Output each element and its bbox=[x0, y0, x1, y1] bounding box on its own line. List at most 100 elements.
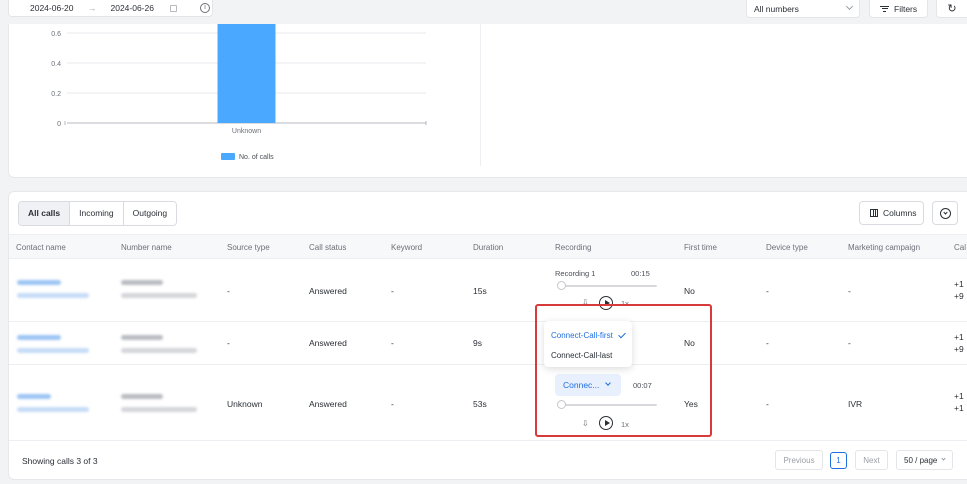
dropdown-option-connect-call-first[interactable]: Connect-Call-first bbox=[551, 331, 613, 340]
keyword: - bbox=[391, 399, 394, 409]
contact-number-redacted bbox=[17, 348, 89, 353]
page-number-1[interactable]: 1 bbox=[830, 452, 847, 469]
table-row[interactable]: - Answered - 9s No - - +1 +9 bbox=[9, 322, 967, 365]
col-contact-name[interactable]: Contact name bbox=[16, 243, 66, 252]
recording-progress-track[interactable] bbox=[558, 404, 657, 406]
number-name-redacted bbox=[121, 335, 163, 340]
chevron-down-icon bbox=[605, 380, 611, 386]
contact-number-redacted bbox=[17, 407, 89, 412]
columns-label: Columns bbox=[883, 208, 917, 218]
tab-incoming[interactable]: Incoming bbox=[70, 202, 124, 225]
legend-swatch bbox=[221, 153, 235, 160]
number-redacted bbox=[121, 407, 197, 412]
columns-icon bbox=[870, 209, 878, 217]
number-name-redacted bbox=[121, 394, 163, 399]
legend-label: No. of calls bbox=[239, 154, 274, 161]
cal-line-2: +9 bbox=[954, 344, 964, 354]
end-date[interactable]: 2024-06-26 bbox=[110, 3, 153, 13]
download-icon bbox=[939, 207, 951, 219]
playback-speed[interactable]: 1x bbox=[621, 299, 629, 308]
tab-outgoing[interactable]: Outgoing bbox=[123, 202, 177, 225]
play-icon[interactable] bbox=[599, 296, 613, 310]
table-row[interactable]: Unknown Answered - 53s 00:07 ⇩ 1x Yes - … bbox=[9, 365, 967, 441]
playback-speed[interactable]: 1x bbox=[621, 420, 629, 429]
page-size-select[interactable]: 50 / page bbox=[896, 450, 953, 470]
source-type: - bbox=[227, 286, 230, 296]
refresh-icon: ↻ bbox=[947, 3, 957, 15]
recording-dropdown-menu: Connect-Call-first Connect-Call-last bbox=[544, 321, 632, 367]
calendar-icon[interactable] bbox=[169, 4, 177, 12]
col-marketing-campaign[interactable]: Marketing campaign bbox=[848, 243, 920, 252]
filters-button[interactable]: Filters bbox=[869, 0, 928, 18]
col-first-time[interactable]: First time bbox=[684, 243, 717, 252]
col-number-name[interactable]: Number name bbox=[121, 243, 172, 252]
filter-icon bbox=[880, 5, 889, 12]
call-status: Answered bbox=[309, 399, 347, 409]
bar bbox=[217, 24, 276, 123]
device-type: - bbox=[766, 399, 769, 409]
play-icon[interactable] bbox=[599, 416, 613, 430]
number-name-redacted bbox=[121, 280, 163, 285]
download-recording-icon[interactable]: ⇩ bbox=[582, 420, 591, 428]
date-range-picker[interactable]: 2024-06-20 → 2024-06-26 bbox=[8, 0, 213, 17]
col-duration[interactable]: Duration bbox=[473, 243, 503, 252]
top-filter-bar: 2024-06-20 → 2024-06-26 i All numbers Fi… bbox=[0, 0, 967, 24]
col-source-type[interactable]: Source type bbox=[227, 243, 270, 252]
dropdown-option-connect-call-last[interactable]: Connect-Call-last bbox=[551, 351, 612, 360]
marketing-campaign: - bbox=[848, 286, 851, 296]
y-tick-label: 0 bbox=[57, 121, 61, 128]
arrow-right-icon: → bbox=[87, 3, 97, 13]
contact-name-redacted[interactable] bbox=[17, 394, 51, 399]
recording-progress-track[interactable] bbox=[558, 285, 657, 287]
recording-time: 00:07 bbox=[633, 381, 652, 390]
contact-number-redacted bbox=[17, 293, 89, 298]
col-recording[interactable]: Recording bbox=[555, 243, 591, 252]
download-recording-icon[interactable]: ⇩ bbox=[582, 299, 591, 307]
source-type: - bbox=[227, 338, 230, 348]
start-date[interactable]: 2024-06-20 bbox=[30, 3, 73, 13]
page-size-value: 50 / page bbox=[904, 455, 938, 465]
previous-page-button[interactable]: Previous bbox=[775, 450, 823, 470]
download-button[interactable] bbox=[932, 201, 958, 225]
contact-name-redacted[interactable] bbox=[17, 280, 61, 285]
info-icon[interactable]: i bbox=[200, 3, 210, 13]
y-tick-label: 0.2 bbox=[51, 91, 61, 98]
chart-divider bbox=[480, 24, 481, 166]
cal-line-2: +9 bbox=[954, 291, 964, 301]
call-status: Answered bbox=[309, 338, 347, 348]
duration: 53s bbox=[473, 399, 487, 409]
tab-all-calls[interactable]: All calls bbox=[19, 202, 71, 225]
columns-button[interactable]: Columns bbox=[859, 201, 924, 225]
first-time: No bbox=[684, 338, 695, 348]
table-header: Contact name Number name Source type Cal… bbox=[9, 234, 967, 259]
keyword: - bbox=[391, 286, 394, 296]
recording-time: 00:15 bbox=[631, 269, 650, 278]
next-page-button[interactable]: Next bbox=[855, 450, 888, 470]
call-type-tabs: All calls Incoming Outgoing bbox=[18, 201, 178, 226]
filters-label: Filters bbox=[894, 3, 918, 14]
col-keyword[interactable]: Keyword bbox=[391, 243, 422, 252]
numbers-select[interactable]: All numbers bbox=[746, 0, 860, 18]
recording-seek-handle[interactable] bbox=[557, 400, 566, 409]
recording-seek-handle[interactable] bbox=[557, 281, 566, 290]
chevron-down-icon bbox=[941, 456, 946, 461]
calls-bar-chart: 0 0.2 0.4 0.6 Unknown No. of calls bbox=[51, 24, 427, 161]
col-device-type[interactable]: Device type bbox=[766, 243, 808, 252]
source-type: Unknown bbox=[227, 399, 263, 409]
number-redacted bbox=[121, 348, 197, 353]
marketing-campaign: IVR bbox=[848, 399, 863, 409]
contact-name-redacted[interactable] bbox=[17, 335, 61, 340]
col-cal[interactable]: Cal bbox=[954, 243, 966, 252]
col-call-status[interactable]: Call status bbox=[309, 243, 346, 252]
recording-select[interactable]: Connec... bbox=[555, 374, 621, 396]
refresh-button[interactable]: ↻ bbox=[936, 0, 967, 18]
chevron-down-icon bbox=[845, 2, 854, 11]
numbers-select-value: All numbers bbox=[754, 3, 799, 14]
table-row[interactable]: - Answered - 15s Recording 1 00:15 No - … bbox=[9, 259, 967, 322]
first-time: Yes bbox=[684, 399, 698, 409]
recording-label: Recording 1 bbox=[555, 269, 596, 278]
calls-table-card: All calls Incoming Outgoing Columns Cont… bbox=[8, 191, 967, 480]
y-tick-label: 0.6 bbox=[51, 31, 61, 38]
checkmark-icon bbox=[618, 330, 626, 339]
cal-line-1: +1 bbox=[954, 279, 964, 289]
